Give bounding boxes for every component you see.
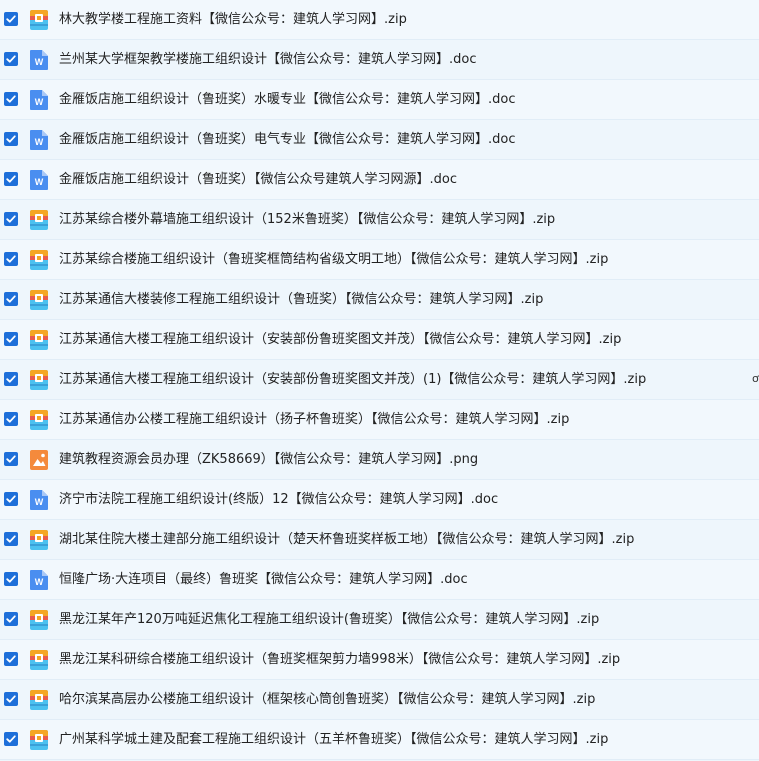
file-row[interactable]: 江苏某通信办公楼工程施工组织设计（扬子杯鲁班奖）【微信公众号：建筑人学习网】.z… (0, 400, 759, 440)
zip-archive-icon (29, 609, 49, 631)
file-name[interactable]: 广州某科学城土建及配套工程施工组织设计（五羊杯鲁班奖）【微信公众号：建筑人学习网… (59, 731, 608, 749)
file-row[interactable]: 林大教学楼工程施工资料【微信公众号：建筑人学习网】.zip (0, 0, 759, 40)
file-name[interactable]: 黑龙江某科研综合楼施工组织设计（鲁班奖框架剪力墙998米）【微信公众号：建筑人学… (59, 651, 620, 669)
file-name[interactable]: 金雁饭店施工组织设计（鲁班奖）【微信公众号建筑人学习网源】.doc (59, 171, 457, 189)
file-row[interactable]: W 兰州某大学框架教学楼施工组织设计【微信公众号：建筑人学习网】.doc (0, 40, 759, 80)
edge-glyph: ơ (752, 372, 759, 385)
file-checkbox[interactable] (4, 212, 18, 226)
zip-archive-icon (29, 409, 49, 431)
file-checkbox[interactable] (4, 452, 18, 466)
file-checkbox[interactable] (4, 732, 18, 746)
zip-archive-icon (29, 729, 49, 751)
file-name[interactable]: 江苏某通信大楼工程施工组织设计（安装部份鲁班奖图文并茂）(1)【微信公众号：建筑… (59, 371, 646, 389)
file-checkbox[interactable] (4, 332, 18, 346)
zip-archive-icon (29, 209, 49, 231)
zip-archive-icon (29, 369, 49, 391)
file-name[interactable]: 建筑教程资源会员办理（ZK58669）【微信公众号：建筑人学习网】.png (59, 451, 478, 469)
file-list: 林大教学楼工程施工资料【微信公众号：建筑人学习网】.zip W 兰州某大学框架教学楼… (0, 0, 759, 761)
file-name[interactable]: 湖北某住院大楼土建部分施工组织设计（楚天杯鲁班奖样板工地）【微信公众号：建筑人学… (59, 531, 634, 549)
zip-archive-icon (29, 649, 49, 671)
file-row[interactable]: W 金雁饭店施工组织设计（鲁班奖）水暖专业【微信公众号：建筑人学习网】.doc (0, 80, 759, 120)
file-name[interactable]: 江苏某通信办公楼工程施工组织设计（扬子杯鲁班奖）【微信公众号：建筑人学习网】.z… (59, 411, 569, 429)
file-name[interactable]: 江苏某通信大楼装修工程施工组织设计（鲁班奖）【微信公众号：建筑人学习网】.zip (59, 291, 543, 309)
file-checkbox[interactable] (4, 172, 18, 186)
file-checkbox[interactable] (4, 12, 18, 26)
file-checkbox[interactable] (4, 292, 18, 306)
file-checkbox[interactable] (4, 372, 18, 386)
word-document-icon: W (29, 169, 49, 191)
image-file-icon (29, 449, 49, 471)
file-checkbox[interactable] (4, 572, 18, 586)
file-row[interactable]: 广州某科学城土建及配套工程施工组织设计（五羊杯鲁班奖）【微信公众号：建筑人学习网… (0, 720, 759, 760)
file-name[interactable]: 江苏某通信大楼工程施工组织设计（安装部份鲁班奖图文并茂）【微信公众号：建筑人学习… (59, 331, 621, 349)
file-checkbox[interactable] (4, 412, 18, 426)
file-checkbox[interactable] (4, 652, 18, 666)
file-row[interactable]: 江苏某通信大楼工程施工组织设计（安装部份鲁班奖图文并茂）【微信公众号：建筑人学习… (0, 320, 759, 360)
file-checkbox[interactable] (4, 52, 18, 66)
file-row[interactable]: 江苏某通信大楼工程施工组织设计（安装部份鲁班奖图文并茂）(1)【微信公众号：建筑… (0, 360, 759, 400)
zip-archive-icon (29, 329, 49, 351)
file-name[interactable]: 恒隆广场·大连项目（最终）鲁班奖【微信公众号：建筑人学习网】.doc (59, 571, 468, 589)
word-document-icon: W (29, 129, 49, 151)
file-row[interactable]: W 恒隆广场·大连项目（最终）鲁班奖【微信公众号：建筑人学习网】.doc (0, 560, 759, 600)
file-checkbox[interactable] (4, 612, 18, 626)
file-name[interactable]: 济宁市法院工程施工组织设计(终版）12【微信公众号：建筑人学习网】.doc (59, 491, 498, 509)
zip-archive-icon (29, 9, 49, 31)
svg-text:W: W (35, 177, 44, 187)
file-row[interactable]: 湖北某住院大楼土建部分施工组织设计（楚天杯鲁班奖样板工地）【微信公众号：建筑人学… (0, 520, 759, 560)
file-row[interactable]: 黑龙江某年产120万吨延迟焦化工程施工组织设计(鲁班奖）【微信公众号：建筑人学习… (0, 600, 759, 640)
file-row[interactable]: W 济宁市法院工程施工组织设计(终版）12【微信公众号：建筑人学习网】.doc (0, 480, 759, 520)
file-checkbox[interactable] (4, 132, 18, 146)
file-row[interactable]: 江苏某通信大楼装修工程施工组织设计（鲁班奖）【微信公众号：建筑人学习网】.zip (0, 280, 759, 320)
word-document-icon: W (29, 569, 49, 591)
file-checkbox[interactable] (4, 92, 18, 106)
file-name[interactable]: 金雁饭店施工组织设计（鲁班奖）电气专业【微信公众号：建筑人学习网】.doc (59, 131, 516, 149)
zip-archive-icon (29, 689, 49, 711)
file-name[interactable]: 兰州某大学框架教学楼施工组织设计【微信公众号：建筑人学习网】.doc (59, 51, 477, 69)
file-row[interactable]: 黑龙江某科研综合楼施工组织设计（鲁班奖框架剪力墙998米）【微信公众号：建筑人学… (0, 640, 759, 680)
file-name[interactable]: 江苏某综合楼外幕墙施工组织设计（152米鲁班奖）【微信公众号：建筑人学习网】.z… (59, 211, 555, 229)
svg-text:W: W (35, 57, 44, 67)
word-document-icon: W (29, 489, 49, 511)
file-row[interactable]: 哈尔滨某高层办公楼施工组织设计（框架核心筒创鲁班奖）【微信公众号：建筑人学习网】… (0, 680, 759, 720)
file-name[interactable]: 哈尔滨某高层办公楼施工组织设计（框架核心筒创鲁班奖）【微信公众号：建筑人学习网】… (59, 691, 595, 709)
file-name[interactable]: 金雁饭店施工组织设计（鲁班奖）水暖专业【微信公众号：建筑人学习网】.doc (59, 91, 516, 109)
svg-text:W: W (35, 497, 44, 507)
file-checkbox[interactable] (4, 492, 18, 506)
file-name[interactable]: 黑龙江某年产120万吨延迟焦化工程施工组织设计(鲁班奖）【微信公众号：建筑人学习… (59, 611, 599, 629)
file-checkbox[interactable] (4, 692, 18, 706)
zip-archive-icon (29, 249, 49, 271)
zip-archive-icon (29, 529, 49, 551)
file-row[interactable]: 江苏某综合楼外幕墙施工组织设计（152米鲁班奖）【微信公众号：建筑人学习网】.z… (0, 200, 759, 240)
zip-archive-icon (29, 289, 49, 311)
svg-text:W: W (35, 577, 44, 587)
word-document-icon: W (29, 49, 49, 71)
file-row[interactable]: W 金雁饭店施工组织设计（鲁班奖）【微信公众号建筑人学习网源】.doc (0, 160, 759, 200)
file-row[interactable]: 建筑教程资源会员办理（ZK58669）【微信公众号：建筑人学习网】.png (0, 440, 759, 480)
file-row[interactable]: 江苏某综合楼施工组织设计（鲁班奖框筒结构省级文明工地）【微信公众号：建筑人学习网… (0, 240, 759, 280)
svg-text:W: W (35, 137, 44, 147)
file-checkbox[interactable] (4, 252, 18, 266)
file-checkbox[interactable] (4, 532, 18, 546)
file-row[interactable]: W 金雁饭店施工组织设计（鲁班奖）电气专业【微信公众号：建筑人学习网】.doc (0, 120, 759, 160)
svg-text:W: W (35, 97, 44, 107)
word-document-icon: W (29, 89, 49, 111)
file-name[interactable]: 江苏某综合楼施工组织设计（鲁班奖框筒结构省级文明工地）【微信公众号：建筑人学习网… (59, 251, 608, 269)
file-name[interactable]: 林大教学楼工程施工资料【微信公众号：建筑人学习网】.zip (59, 11, 407, 29)
